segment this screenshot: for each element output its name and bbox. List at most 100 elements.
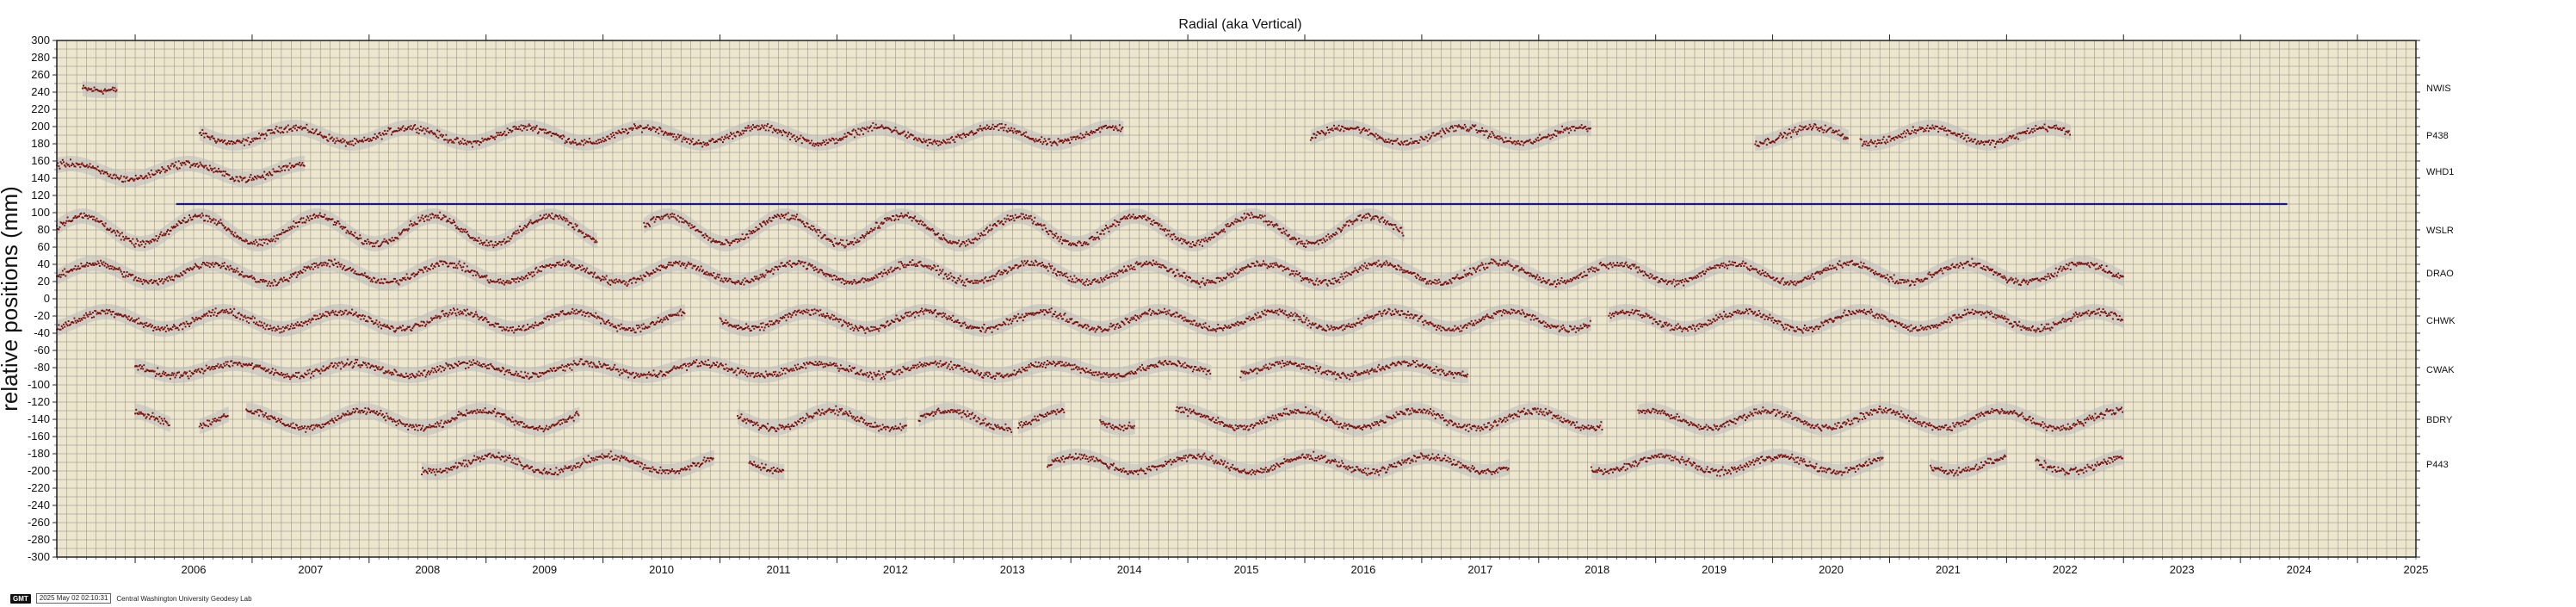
point-drao: [1356, 271, 1359, 273]
point-p438: [1955, 134, 1958, 137]
point-wslr: [1005, 218, 1008, 220]
point-p438: [1881, 141, 1883, 144]
point-p438: [521, 129, 523, 132]
point-wslr: [831, 241, 833, 243]
point-wslr: [436, 216, 438, 219]
point-drao: [627, 283, 629, 286]
point-p438: [1547, 135, 1548, 138]
point-p438: [1483, 133, 1486, 136]
point-drao: [207, 262, 210, 264]
point-p438: [1090, 132, 1091, 133]
point-whd1: [174, 164, 176, 166]
point-p438: [630, 127, 633, 129]
point-p438: [1911, 130, 1913, 132]
point-p438: [459, 143, 461, 146]
point-wslr: [1084, 241, 1086, 244]
point-p438: [926, 145, 929, 146]
point-wslr: [961, 243, 963, 245]
point-drao: [1307, 278, 1310, 281]
point-drao: [872, 278, 874, 281]
point-wslr: [462, 228, 465, 231]
point-drao: [1234, 272, 1237, 274]
point-wslr: [263, 242, 266, 244]
point-wslr: [1165, 234, 1168, 237]
point-drao: [1350, 274, 1352, 276]
point-p438: [211, 135, 213, 137]
point-p438: [1388, 141, 1391, 144]
point-wslr: [1402, 234, 1405, 237]
point-p438: [227, 140, 230, 142]
point-p438: [1468, 128, 1471, 131]
point-p438: [605, 139, 607, 142]
point-wslr: [244, 240, 246, 243]
point-p438: [437, 137, 440, 139]
point-drao: [1027, 260, 1029, 262]
point-wslr: [1166, 229, 1169, 232]
point-drao: [1075, 277, 1078, 280]
point-drao: [845, 282, 848, 284]
point-p438: [203, 136, 206, 139]
point-wslr: [266, 243, 269, 245]
point-p438: [232, 143, 234, 146]
point-p438: [793, 134, 795, 137]
point-wslr: [676, 219, 678, 221]
point-p438: [2054, 125, 2055, 127]
point-drao: [540, 270, 542, 273]
point-drao: [558, 263, 560, 266]
point-p438: [1910, 133, 1912, 134]
point-p438: [1539, 133, 1541, 136]
point-drao: [880, 271, 883, 274]
point-drao: [627, 280, 630, 282]
point-wslr: [559, 214, 561, 217]
point-drao: [1346, 275, 1349, 277]
point-p438: [1402, 143, 1405, 146]
point-drao: [1184, 276, 1187, 279]
point-wslr: [787, 212, 789, 214]
point-drao: [1366, 264, 1368, 267]
point-drao: [434, 266, 436, 268]
point-p438: [418, 129, 421, 131]
point-p438: [616, 132, 619, 134]
point-drao: [1422, 279, 1424, 282]
point-drao: [139, 278, 142, 281]
point-drao: [1308, 281, 1311, 283]
point-drao: [1035, 261, 1038, 263]
point-drao: [956, 279, 959, 282]
point-p438: [1337, 128, 1339, 131]
point-drao: [1462, 276, 1465, 278]
point-drao: [413, 276, 416, 277]
point-p438: [776, 132, 779, 134]
point-p438: [1927, 130, 1930, 133]
point-wslr: [1144, 214, 1146, 217]
point-drao: [157, 283, 159, 286]
point-p438: [953, 139, 955, 141]
point-drao: [639, 278, 641, 281]
point-drao: [96, 260, 99, 263]
point-drao: [612, 282, 615, 284]
point-p438: [1492, 134, 1495, 137]
point-p438: [1940, 128, 1943, 130]
point-drao: [1127, 265, 1130, 268]
point-wslr: [495, 244, 497, 246]
point-wslr: [406, 229, 409, 232]
point-drao: [867, 278, 869, 280]
point-wslr: [175, 226, 177, 228]
point-wslr: [1232, 223, 1235, 226]
point-drao: [706, 270, 708, 273]
point-wslr: [171, 226, 174, 229]
point-wslr: [1098, 238, 1100, 240]
point-p438: [1535, 139, 1538, 142]
point-wslr: [1284, 232, 1287, 235]
point-drao: [939, 269, 941, 271]
point-wslr: [479, 239, 482, 242]
point-p438: [833, 139, 835, 141]
point-wslr: [667, 215, 670, 218]
point-wslr: [275, 237, 277, 239]
point-p438: [581, 140, 584, 143]
point-p438: [1042, 140, 1045, 143]
point-drao: [583, 268, 585, 269]
point-drao: [1316, 277, 1319, 280]
point-whd1: [256, 177, 258, 180]
point-p438: [248, 143, 250, 146]
point-p438: [374, 133, 376, 135]
